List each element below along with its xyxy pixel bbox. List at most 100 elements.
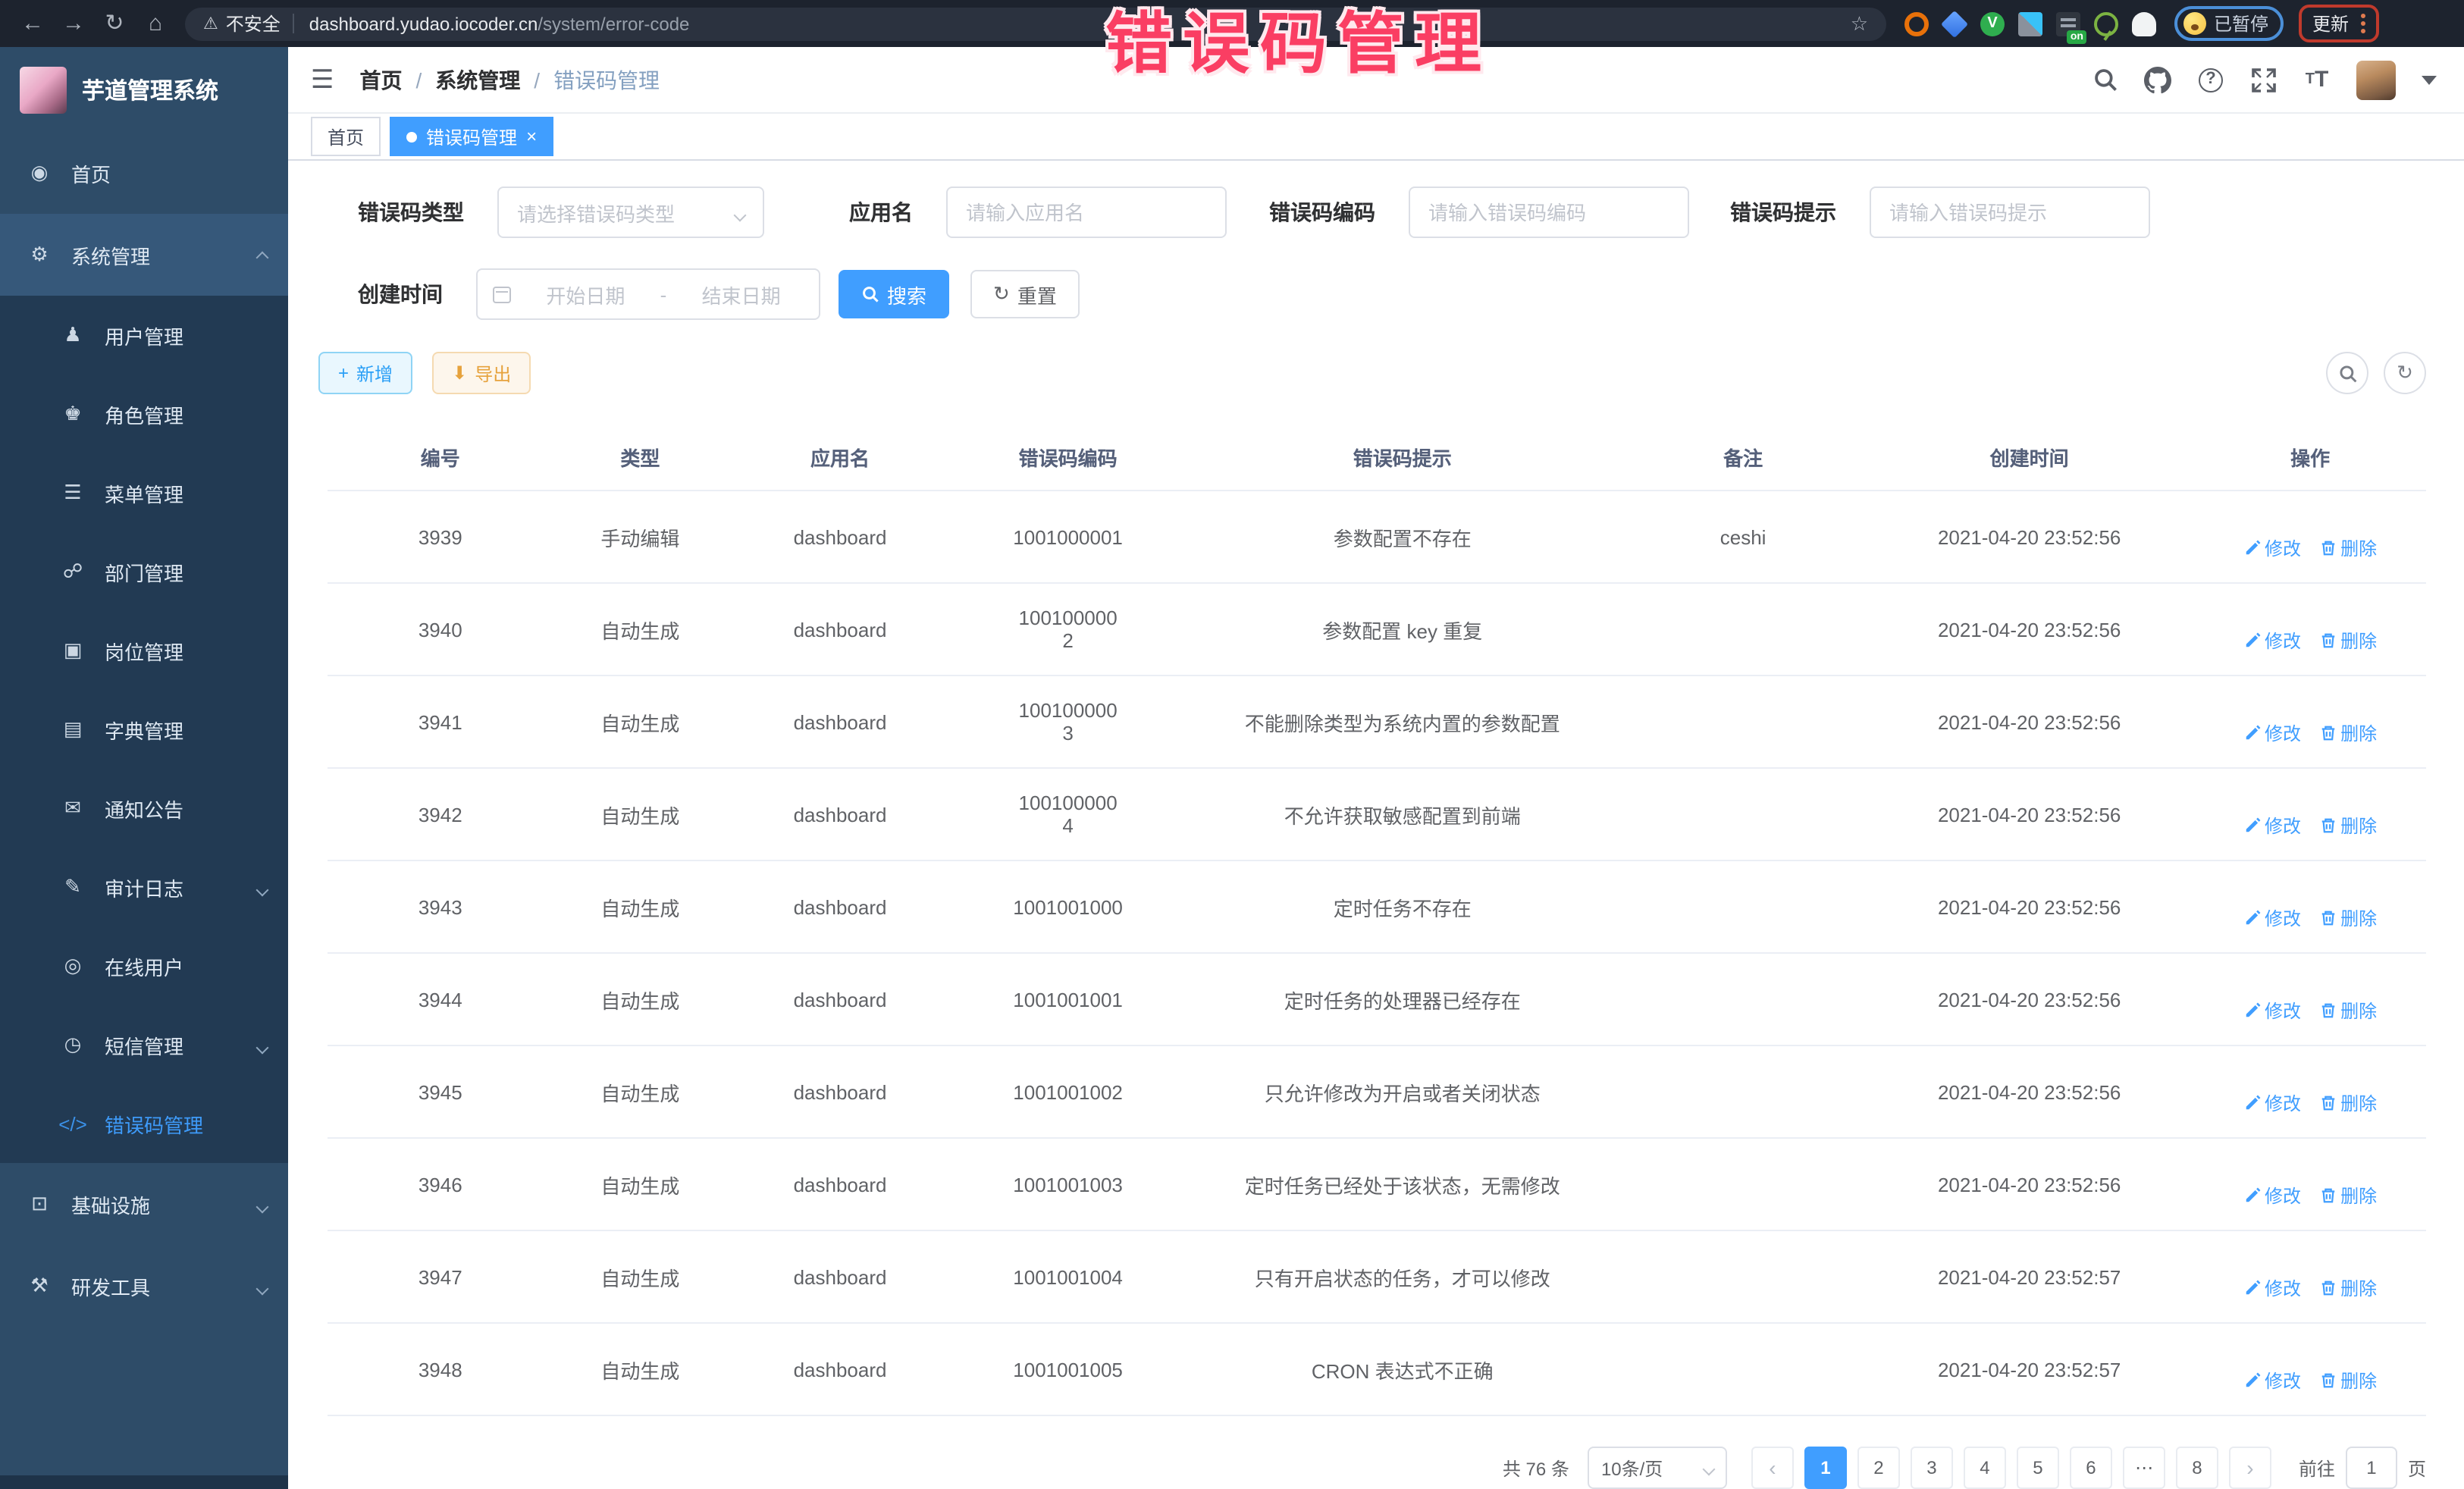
search-icon[interactable]	[2091, 66, 2118, 93]
tab-close-icon[interactable]: ×	[526, 127, 537, 146]
page-tab[interactable]: 首页	[311, 117, 381, 156]
edit-link[interactable]: 修改	[2243, 1368, 2301, 1393]
breadcrumb-item[interactable]: 系统管理	[435, 64, 520, 95]
extension-list-icon[interactable]: on	[2056, 11, 2080, 36]
date-end-input[interactable]: 结束日期	[679, 280, 804, 309]
forward-icon[interactable]: →	[53, 5, 94, 42]
goto-page-input[interactable]	[2346, 1447, 2397, 1489]
sidebar-item[interactable]: ✎ 审计日志	[0, 848, 288, 926]
page-number-button[interactable]: ⋯	[2123, 1447, 2165, 1489]
delete-link[interactable]: 删除	[2319, 1090, 2377, 1116]
edit-link[interactable]: 修改	[2243, 905, 2301, 931]
delete-link[interactable]: 删除	[2319, 1275, 2377, 1301]
extension-green-v-icon[interactable]: V	[1980, 11, 2005, 36]
cell-id: 3940	[328, 583, 553, 676]
delete-link[interactable]: 删除	[2319, 535, 2377, 561]
edit-link[interactable]: 修改	[2243, 1090, 2301, 1116]
sidebar-item[interactable]: ⊡ 基础设施	[0, 1163, 288, 1245]
toggle-search-button[interactable]	[2326, 352, 2368, 394]
bookmark-star-icon[interactable]: ☆	[1851, 11, 1868, 36]
sidebar-item[interactable]: ⚒ 研发工具	[0, 1245, 288, 1327]
delete-link[interactable]: 删除	[2319, 1368, 2377, 1393]
sidebar-item[interactable]: ◷ 短信管理	[0, 1005, 288, 1084]
github-icon[interactable]	[2144, 66, 2171, 93]
edit-link[interactable]: 修改	[2243, 720, 2301, 746]
browser-menu-icon[interactable]	[2361, 14, 2365, 33]
date-range-picker[interactable]: 开始日期 - 结束日期	[476, 268, 820, 320]
delete-link[interactable]: 删除	[2319, 813, 2377, 839]
error-code-input[interactable]	[1409, 187, 1689, 238]
help-icon[interactable]: ?	[2197, 66, 2224, 93]
home-icon[interactable]: ⌂	[135, 5, 176, 42]
sidebar-collapse-bar[interactable]	[0, 1475, 288, 1489]
search-button[interactable]: 搜索	[839, 270, 949, 318]
delete-link[interactable]: 删除	[2319, 998, 2377, 1023]
cell-memo	[1622, 676, 1864, 768]
page-number-button[interactable]: 5	[2017, 1447, 2059, 1489]
sidebar-item[interactable]: ☰ 菜单管理	[0, 453, 288, 532]
app-logo-row[interactable]: 芋道管理系统	[0, 47, 288, 132]
browser-update-button[interactable]: 更新	[2299, 5, 2379, 42]
edit-link[interactable]: 修改	[2243, 998, 2301, 1023]
page-number-button[interactable]: 1	[1804, 1447, 1847, 1489]
sidebar-item[interactable]: ♚ 角色管理	[0, 375, 288, 453]
sidebar-item[interactable]: </> 错误码管理	[0, 1084, 288, 1163]
sidebar-item[interactable]: ▤ 字典管理	[0, 690, 288, 769]
back-icon[interactable]: ←	[12, 5, 53, 42]
hamburger-icon[interactable]: ☰	[311, 64, 334, 95]
cell-type: 自动生成	[553, 1045, 728, 1138]
extension-key-icon[interactable]	[2094, 11, 2118, 36]
page-size-select[interactable]: 10条/页	[1588, 1447, 1727, 1489]
reload-icon[interactable]: ↻	[94, 5, 135, 42]
app-name-input[interactable]	[946, 187, 1227, 238]
user-avatar[interactable]	[2356, 60, 2396, 99]
delete-link[interactable]: 删除	[2319, 628, 2377, 654]
error-type-select[interactable]: 请选择错误码类型	[497, 187, 764, 238]
sidebar-item[interactable]: ⚙ 系统管理	[0, 214, 288, 296]
breadcrumb-item[interactable]: 错误码管理	[553, 64, 660, 95]
sidebar-item[interactable]: ◉ 首页	[0, 132, 288, 214]
page-tab[interactable]: 错误码管理 ×	[390, 117, 553, 156]
export-button[interactable]: ⬇ 导出	[432, 352, 531, 394]
sidebar-item[interactable]: ☍ 部门管理	[0, 532, 288, 611]
profile-paused-badge[interactable]: 已暂停	[2174, 6, 2284, 41]
reset-button[interactable]: ↻ 重置	[970, 270, 1080, 318]
edit-link[interactable]: 修改	[2243, 628, 2301, 654]
extension-grid-icon[interactable]	[2018, 11, 2042, 36]
page-number-button[interactable]: 6	[2070, 1447, 2112, 1489]
error-hint-input[interactable]	[1870, 187, 2150, 238]
delete-link[interactable]: 删除	[2319, 1183, 2377, 1208]
delete-icon	[2319, 910, 2336, 926]
page-number-button[interactable]: 8	[2176, 1447, 2218, 1489]
extension-orange-ring-icon[interactable]	[1904, 11, 1929, 36]
next-page-button[interactable]: ›	[2229, 1447, 2271, 1489]
page-number-button[interactable]: 4	[1964, 1447, 2006, 1489]
security-label[interactable]: 不安全	[226, 11, 281, 36]
page-number-button[interactable]: 2	[1857, 1447, 1900, 1489]
extension-blue-gem-icon[interactable]	[1941, 10, 1968, 37]
sidebar-item[interactable]: ✉ 通知公告	[0, 769, 288, 848]
delete-link[interactable]: 删除	[2319, 905, 2377, 931]
edit-link[interactable]: 修改	[2243, 1275, 2301, 1301]
sidebar-item[interactable]: ▣ 岗位管理	[0, 611, 288, 690]
error-code-icon: </>	[58, 1112, 88, 1135]
date-start-input[interactable]: 开始日期	[523, 280, 648, 309]
prev-page-button[interactable]: ‹	[1751, 1447, 1794, 1489]
breadcrumb-item[interactable]: 首页	[360, 64, 403, 95]
refresh-button[interactable]: ↻	[2384, 352, 2426, 394]
address-bar[interactable]: ⚠ 不安全 dashboard.yudao.iocoder.cn /system…	[185, 7, 1886, 40]
page-number-button[interactable]: 3	[1911, 1447, 1953, 1489]
edit-link[interactable]: 修改	[2243, 1183, 2301, 1208]
edit-link[interactable]: 修改	[2243, 813, 2301, 839]
fullscreen-icon[interactable]	[2250, 66, 2277, 93]
add-button[interactable]: + 新增	[318, 352, 412, 394]
font-size-icon[interactable]: TT	[2303, 66, 2331, 93]
delete-link[interactable]: 删除	[2319, 720, 2377, 746]
sidebar-item[interactable]: ♟ 用户管理	[0, 296, 288, 375]
edit-link[interactable]: 修改	[2243, 535, 2301, 561]
user-menu-caret-icon[interactable]	[2422, 75, 2437, 84]
chevron-up-icon	[258, 243, 267, 266]
sidebar-item-label: 短信管理	[105, 1030, 183, 1059]
sidebar-item[interactable]: ◎ 在线用户	[0, 926, 288, 1005]
extension-figure-icon[interactable]	[2132, 11, 2156, 36]
